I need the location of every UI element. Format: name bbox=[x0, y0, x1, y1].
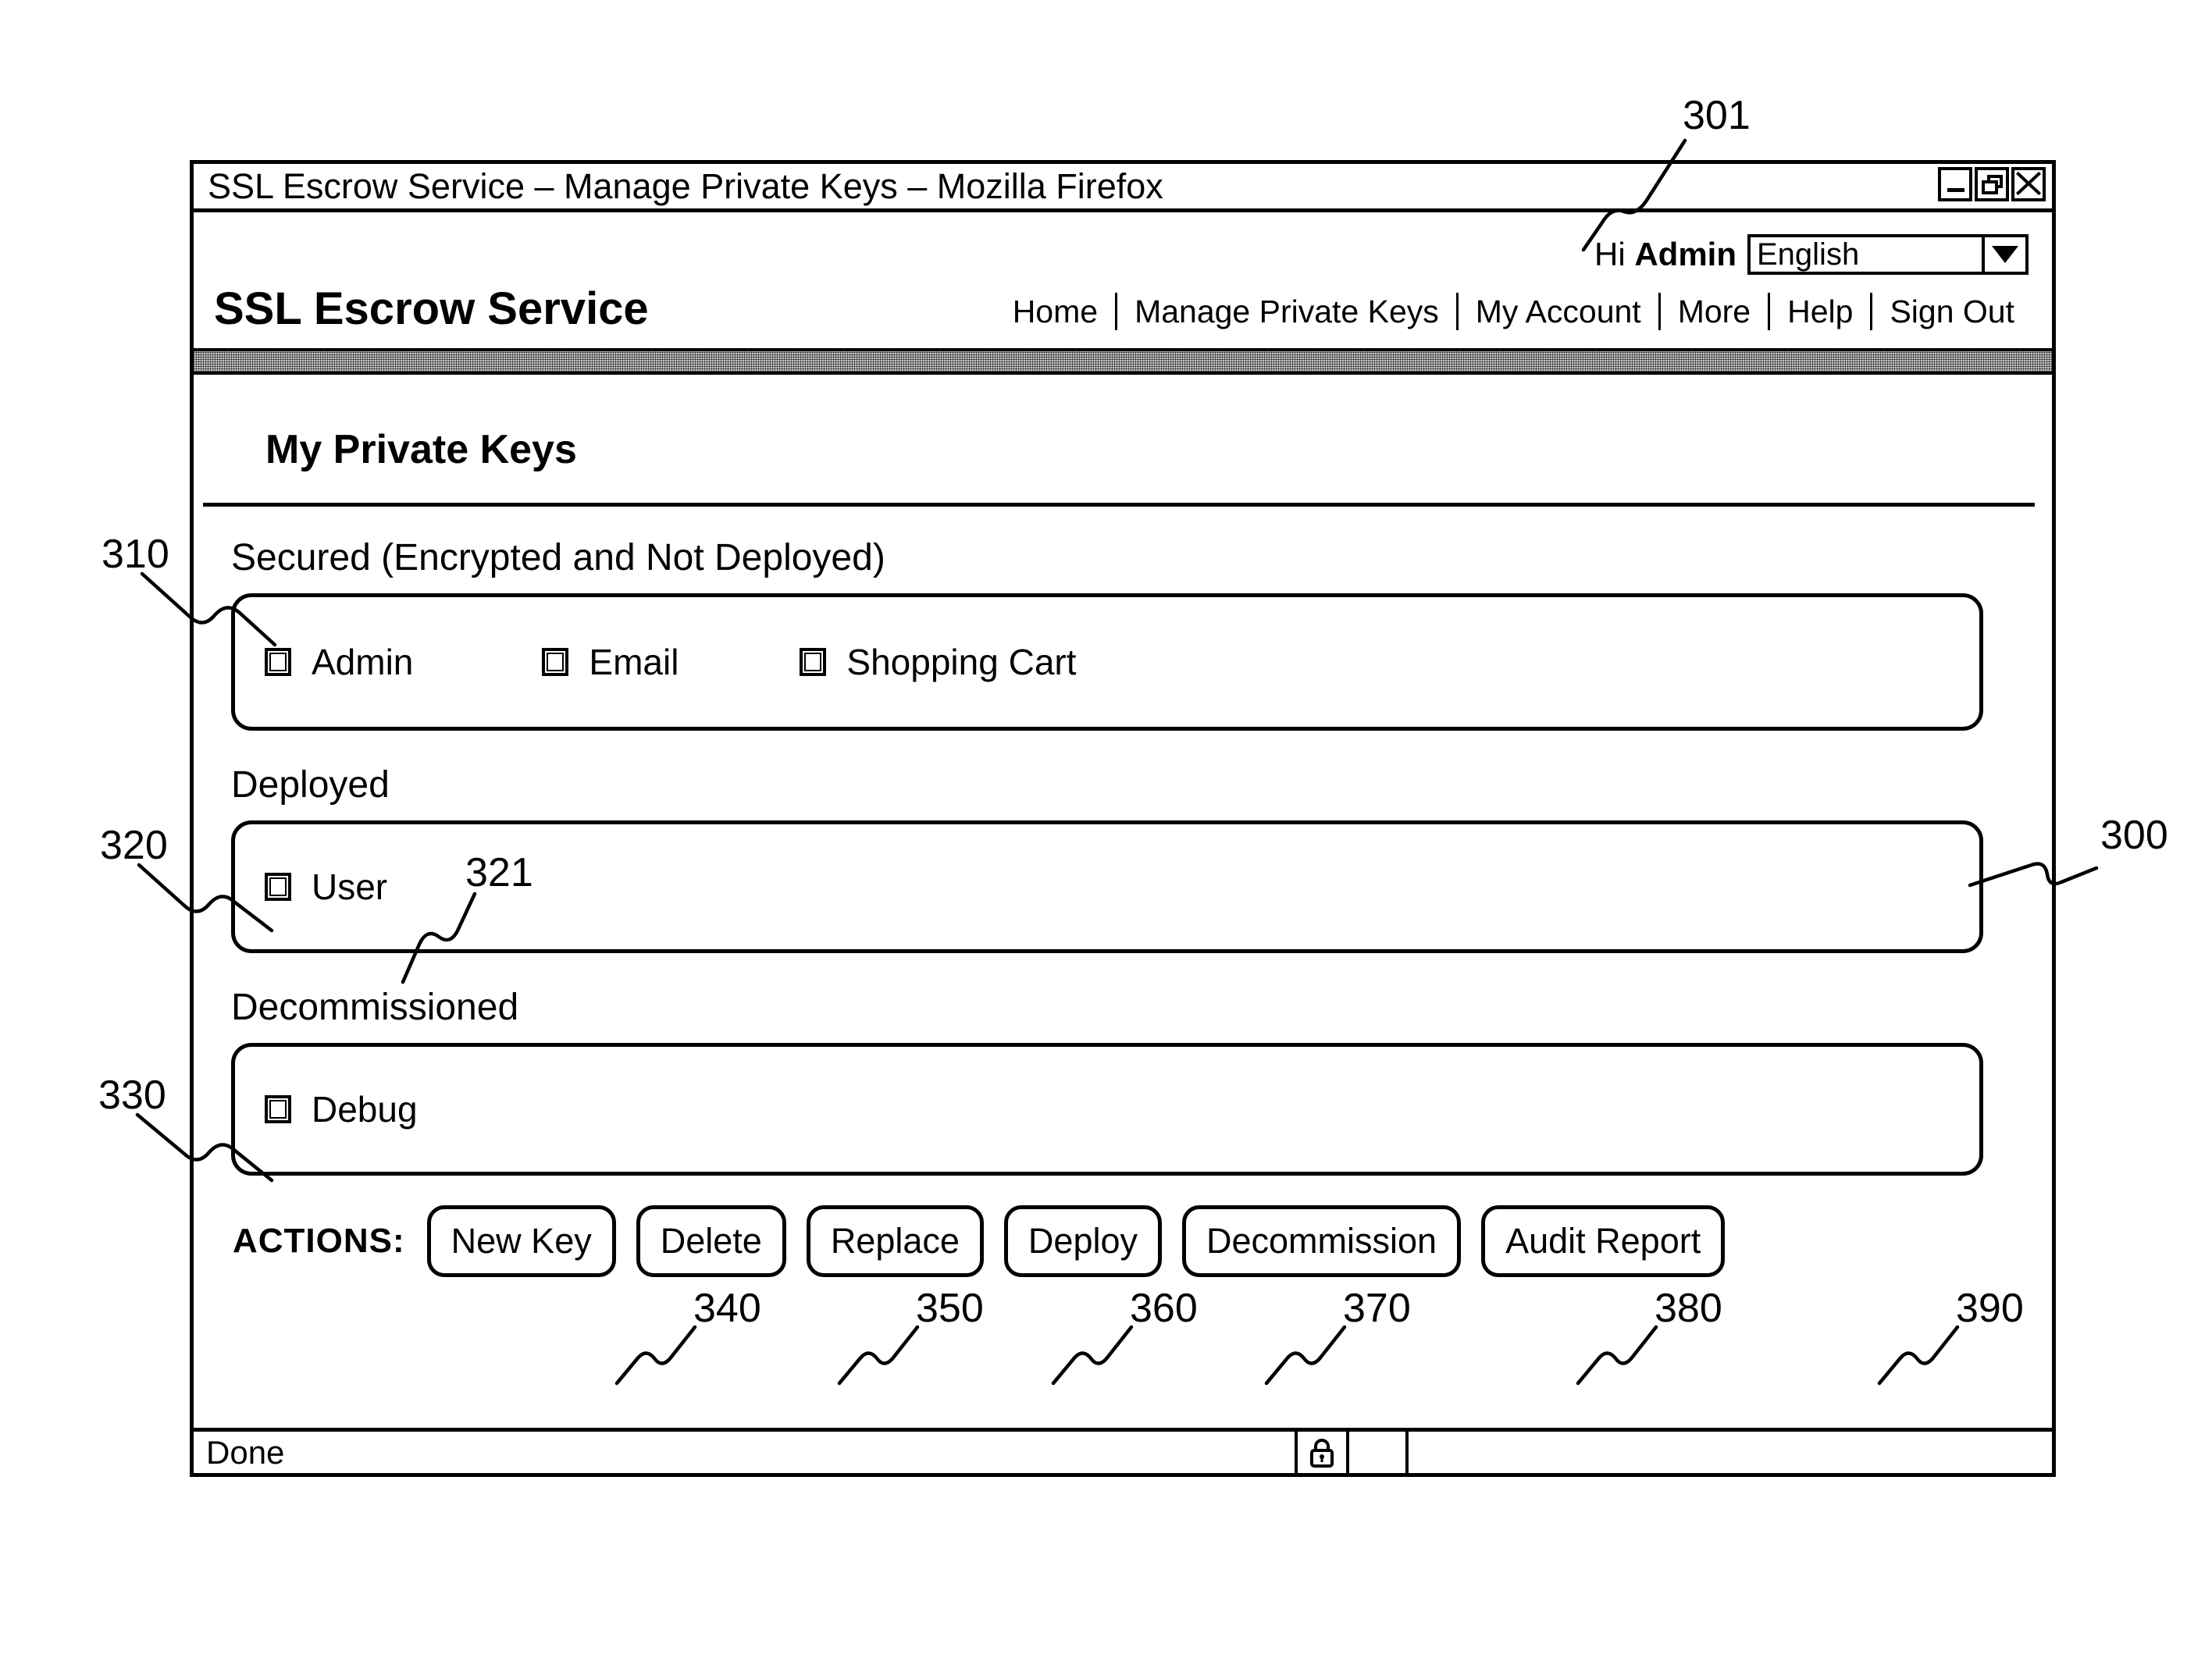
main-navigation: Home Manage Private Keys My Account More… bbox=[996, 286, 2052, 330]
section-heading-secured: Secured (Encrypted and Not Deployed) bbox=[231, 537, 885, 578]
padlock-icon bbox=[1310, 1438, 1334, 1468]
greeting-prefix: Hi bbox=[1594, 236, 1635, 272]
checkbox-debug[interactable] bbox=[265, 1095, 291, 1123]
deploy-button[interactable]: Deploy bbox=[1003, 1205, 1162, 1277]
ref-numeral-330: 330 bbox=[98, 1073, 166, 1118]
key-item-user[interactable]: User bbox=[265, 866, 387, 908]
user-greeting-row: Hi Admin English bbox=[1594, 234, 2029, 275]
window-title: SSL Escrow Service – Manage Private Keys… bbox=[208, 166, 1163, 206]
ref-numeral-340: 340 bbox=[693, 1286, 761, 1331]
ref-numeral-360: 360 bbox=[1130, 1286, 1198, 1331]
checkbox-admin[interactable] bbox=[265, 648, 291, 676]
nav-item-sign-out[interactable]: Sign Out bbox=[1872, 294, 2032, 330]
key-label-admin: Admin bbox=[312, 642, 414, 682]
checkbox-shopping-cart[interactable] bbox=[800, 648, 827, 676]
ref-numeral-321: 321 bbox=[465, 850, 533, 895]
header-banner-bar bbox=[194, 348, 2052, 375]
security-indicator[interactable] bbox=[1295, 1432, 1346, 1473]
ref-numeral-300: 300 bbox=[2100, 813, 2168, 858]
greeting-text: Hi Admin bbox=[1594, 236, 1736, 273]
actions-toolbar: ACTIONS: New Key Delete Replace Deploy D… bbox=[233, 1205, 2052, 1277]
audit-report-button[interactable]: Audit Report bbox=[1481, 1205, 1726, 1277]
maximize-button[interactable] bbox=[1975, 167, 2009, 201]
replace-button[interactable]: Replace bbox=[806, 1205, 984, 1277]
delete-button[interactable]: Delete bbox=[636, 1205, 786, 1277]
key-item-admin[interactable]: Admin bbox=[265, 641, 413, 683]
ref-numeral-310: 310 bbox=[102, 532, 169, 577]
section-heading-decommissioned: Decommissioned bbox=[231, 987, 519, 1028]
checkbox-user[interactable] bbox=[265, 873, 291, 901]
page-content: My Private Keys Secured (Encrypted and N… bbox=[194, 378, 2052, 1428]
language-dropdown-toggle[interactable] bbox=[1982, 237, 2025, 272]
key-item-shopping-cart[interactable]: Shopping Cart bbox=[800, 641, 1077, 683]
key-item-email[interactable]: Email bbox=[542, 641, 679, 683]
web-page: Hi Admin English SSL Escrow Service Home… bbox=[194, 212, 2052, 1428]
greeting-username: Admin bbox=[1634, 236, 1736, 272]
checkbox-email[interactable] bbox=[542, 648, 569, 676]
minimize-icon bbox=[1947, 188, 1964, 192]
page-title: My Private Keys bbox=[265, 427, 577, 472]
status-text: Done bbox=[206, 1433, 285, 1471]
minimize-button[interactable] bbox=[1938, 167, 1972, 201]
browser-statusbar: Done bbox=[194, 1428, 2052, 1473]
key-label-user: User bbox=[312, 866, 388, 907]
patent-figure: SSL Escrow Service – Manage Private Keys… bbox=[0, 0, 2212, 1676]
key-label-email: Email bbox=[589, 642, 679, 682]
decommissioned-keys-panel: Debug bbox=[231, 1043, 1983, 1176]
ref-numeral-390: 390 bbox=[1956, 1286, 2024, 1331]
ref-numeral-350: 350 bbox=[916, 1286, 984, 1331]
actions-label: ACTIONS: bbox=[233, 1222, 405, 1260]
language-select[interactable]: English bbox=[1747, 234, 2029, 275]
language-selected-value: English bbox=[1757, 237, 1860, 272]
new-key-button[interactable]: New Key bbox=[426, 1205, 616, 1277]
brand-logo: SSL Escrow Service bbox=[214, 283, 649, 334]
key-label-shopping-cart: Shopping Cart bbox=[846, 642, 1077, 682]
browser-window: SSL Escrow Service – Manage Private Keys… bbox=[190, 160, 2056, 1477]
nav-item-help[interactable]: Help bbox=[1770, 294, 1870, 330]
nav-item-my-account[interactable]: My Account bbox=[1459, 294, 1658, 330]
section-heading-deployed: Deployed bbox=[231, 764, 390, 806]
ref-numeral-370: 370 bbox=[1343, 1286, 1411, 1331]
ref-numeral-380: 380 bbox=[1655, 1286, 1722, 1331]
window-titlebar: SSL Escrow Service – Manage Private Keys… bbox=[194, 164, 2052, 212]
nav-item-more[interactable]: More bbox=[1661, 294, 1768, 330]
close-button[interactable] bbox=[2011, 167, 2046, 201]
ref-numeral-301: 301 bbox=[1683, 93, 1751, 138]
key-label-debug: Debug bbox=[312, 1089, 418, 1130]
key-item-debug[interactable]: Debug bbox=[265, 1088, 418, 1130]
title-divider bbox=[203, 503, 2035, 507]
secured-keys-panel: Admin Email Shopping Cart bbox=[231, 593, 1983, 731]
nav-item-home[interactable]: Home bbox=[996, 294, 1115, 330]
site-header: SSL Escrow Service Home Manage Private K… bbox=[194, 273, 2052, 343]
window-controls bbox=[1938, 167, 2046, 201]
status-extra-cell bbox=[1346, 1432, 1409, 1473]
restore-icon-front bbox=[1982, 180, 1998, 194]
chevron-down-icon bbox=[1992, 246, 2018, 263]
ref-numeral-320: 320 bbox=[100, 823, 168, 868]
nav-item-manage-private-keys[interactable]: Manage Private Keys bbox=[1117, 294, 1456, 330]
decommission-button[interactable]: Decommission bbox=[1182, 1205, 1462, 1277]
